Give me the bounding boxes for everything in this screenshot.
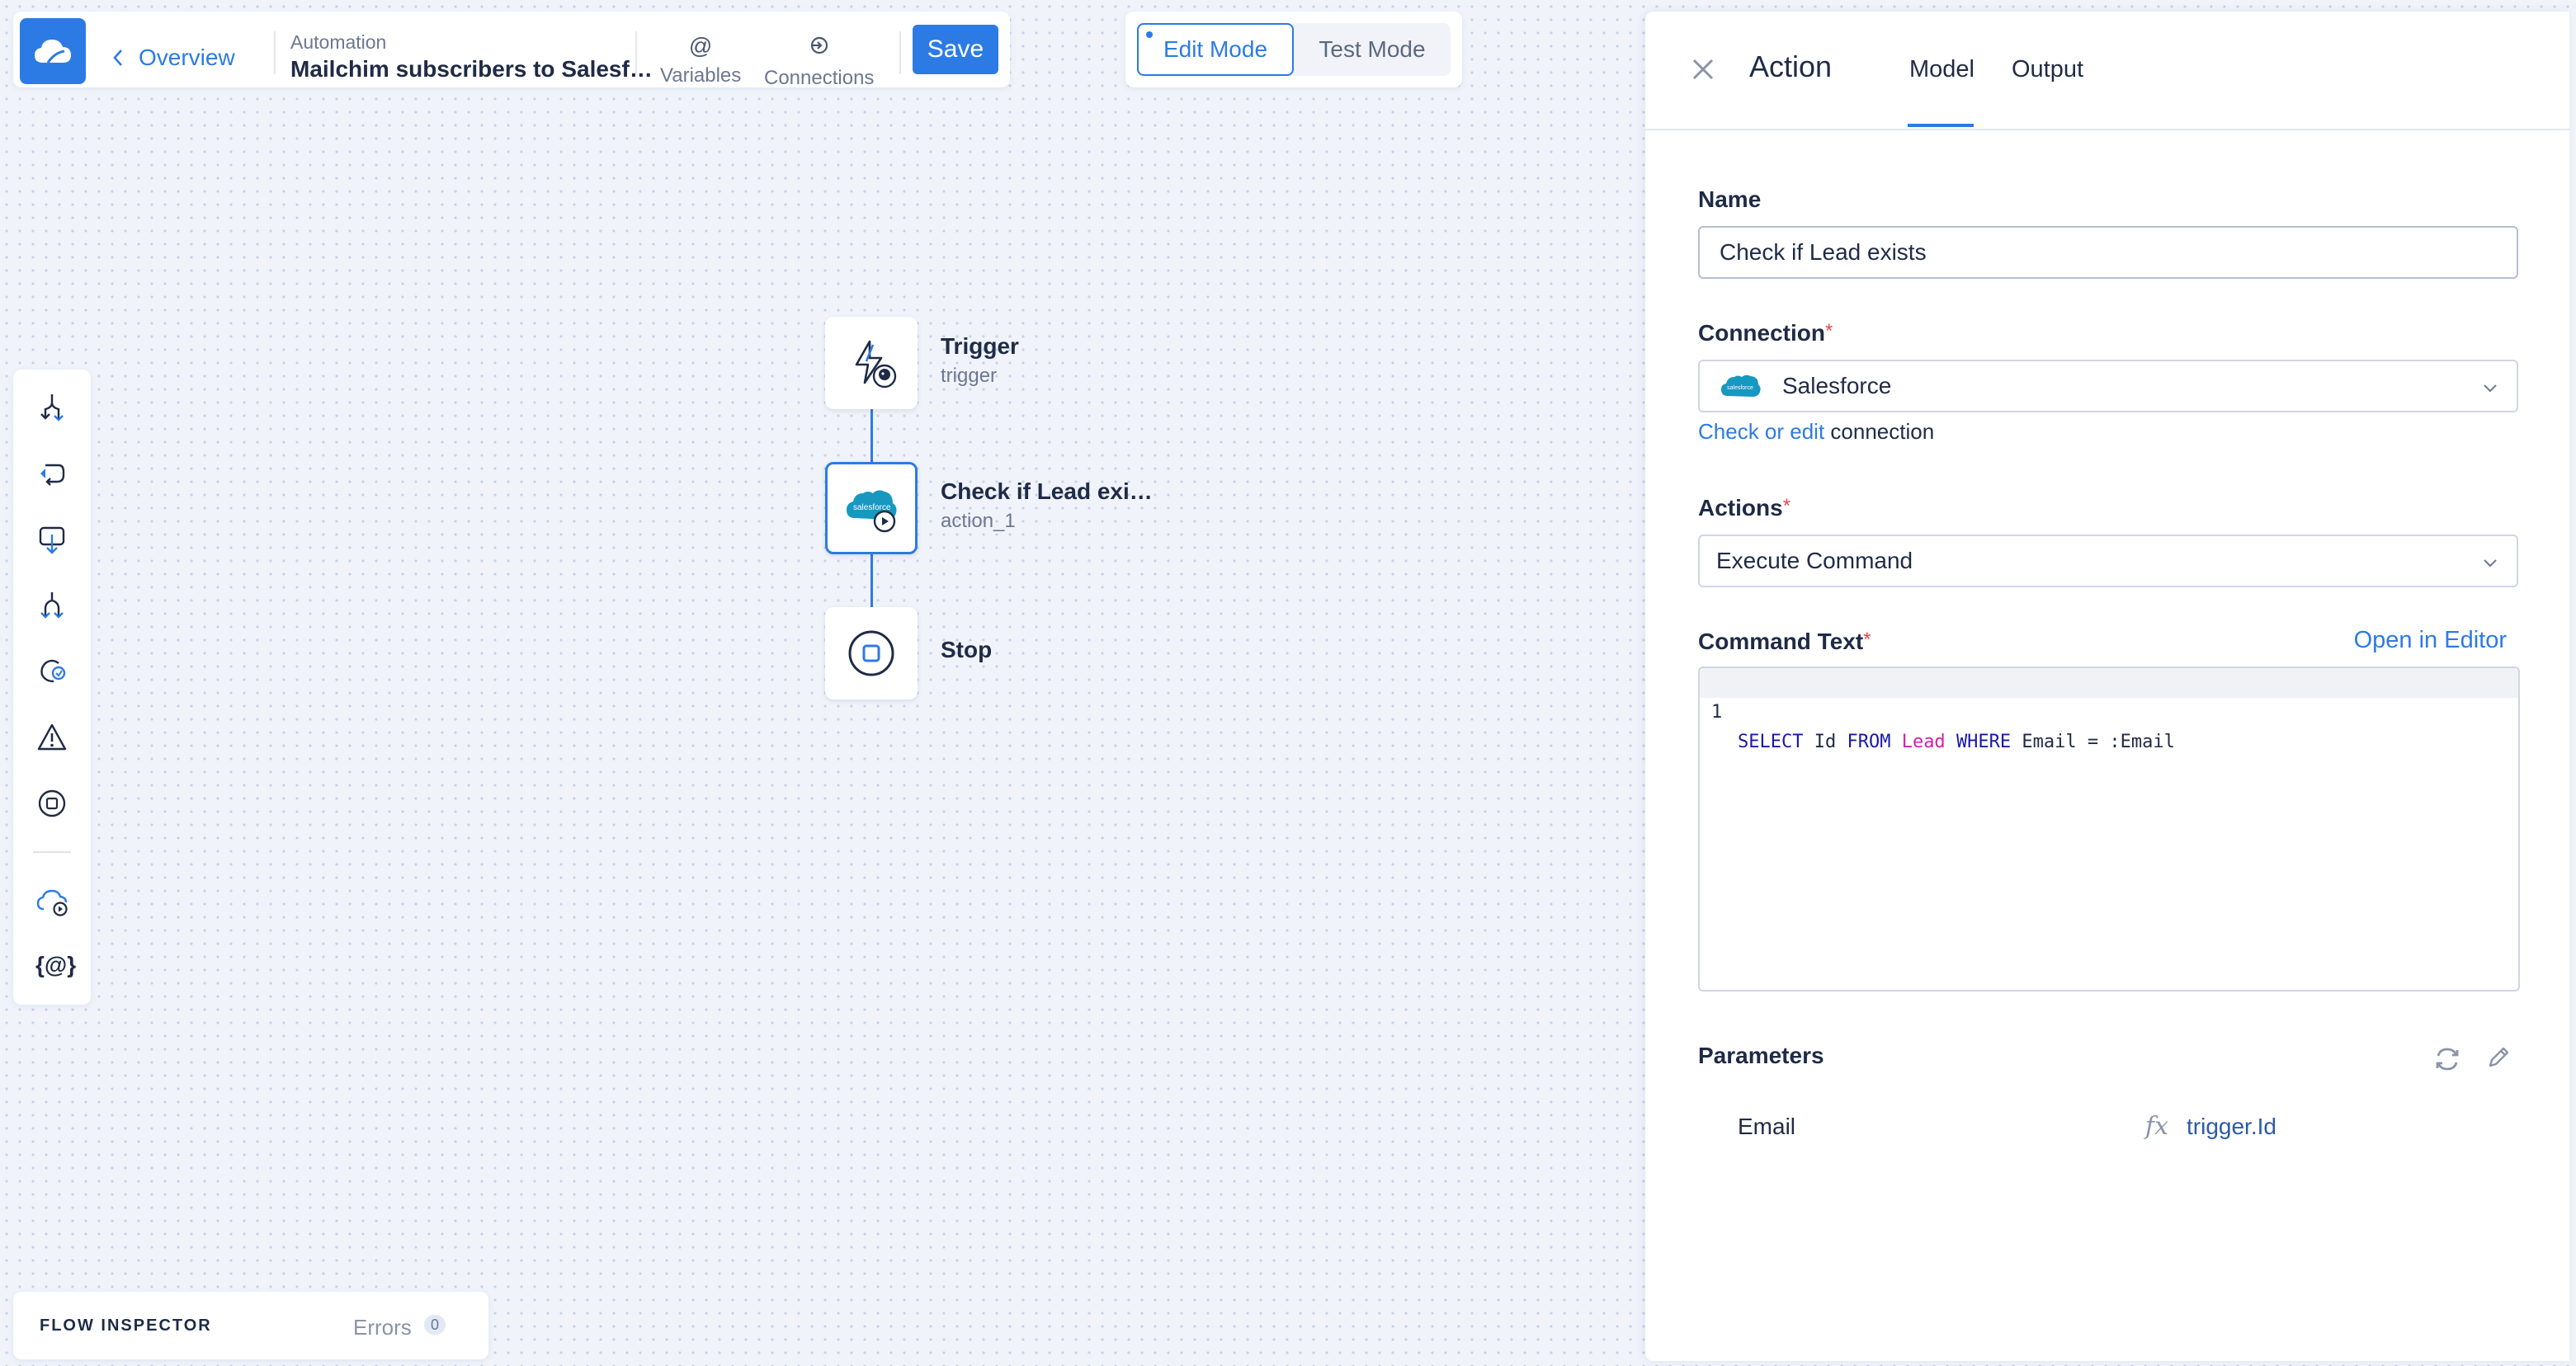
connections-icon [764,35,874,60]
test-mode-label: Test Mode [1319,36,1426,62]
connection-select[interactable]: salesforce Salesforce [1698,360,2518,412]
divider [274,31,276,74]
mode-toggle-bar: Edit Mode Test Mode [1125,12,1462,87]
flow-connector [870,554,873,607]
check-link-suffix: connection [1824,419,1935,444]
node-title: Trigger [941,333,1019,359]
flow-inspector[interactable]: FLOW INSPECTOR Errors 0 [13,1292,488,1359]
node-subtitle: action_1 [941,510,1016,532]
flow-node-stop[interactable] [825,607,918,699]
active-dot-icon [1146,31,1153,38]
required-marker: * [1782,495,1791,517]
flow-node-trigger[interactable] [825,317,918,409]
svg-text:salesforce: salesforce [1727,385,1753,391]
loop-icon[interactable] [35,457,68,490]
code-line: 1 SELECT Id FROM Lead WHERE Email = :Ema… [1700,668,2518,752]
automation-label: Automation [290,31,387,53]
chevron-down-icon [2484,559,2497,568]
flow-connector [870,409,873,462]
connections-label: Connections [764,67,875,89]
actions-value: Execute Command [1716,548,1913,573]
parameter-name: Email [1738,1114,1796,1139]
action-panel: Action Model Output Name Check if Lead e… [1645,12,2569,1361]
raise-error-icon[interactable] [35,721,68,754]
tab-model[interactable]: Model [1909,56,1974,83]
chevron-down-icon [2484,384,2497,393]
flow-node-action-selected[interactable]: salesforce [825,462,918,554]
connection-value: Salesforce [1782,373,1892,398]
divider [635,31,637,74]
salesforce-logo-icon: salesforce [1721,374,1761,397]
parameter-value[interactable]: trigger.Id [2187,1114,2276,1140]
actions-select[interactable]: Execute Command [1698,535,2518,587]
connection-label: Connection* [1698,320,1833,346]
if-branch-icon[interactable] [35,391,68,424]
at-sign-icon: @ [688,33,713,59]
fx-icon: fx [2145,1112,2169,1141]
parameters-label: Parameters [1698,1043,1824,1068]
check-or-edit-link[interactable]: Check or edit [1698,419,1824,444]
connections-button[interactable]: Connections [764,35,874,90]
errors-label: Errors [353,1315,412,1340]
pencil-icon[interactable] [2485,1044,2512,1071]
app-logo[interactable] [20,18,86,84]
refresh-step-icon[interactable] [35,655,68,688]
active-tab-indicator [1908,124,1974,127]
palette-divider [33,851,71,853]
edit-mode-button[interactable]: Edit Mode [1137,23,1294,76]
close-icon[interactable] [1690,56,1716,82]
divider [899,31,901,74]
flow-inspector-title: FLOW INSPECTOR [40,1317,212,1335]
overview-link[interactable]: Overview [112,45,235,71]
command-code-editor[interactable]: 1 SELECT Id FROM Lead WHERE Email = :Ema… [1698,667,2520,992]
errors-count-badge: 0 [424,1315,446,1335]
refresh-icon[interactable] [2431,1043,2464,1076]
check-connection-row: Check or edit connection [1698,419,1934,445]
save-button[interactable]: Save [913,25,998,74]
node-title: Check if Lead exi… [941,478,1153,504]
mode-toggle: Edit Mode Test Mode [1137,23,1451,76]
automation-title[interactable]: Mailchim subscribers to Salesf… [290,56,653,82]
variables-label: Variables [660,64,742,87]
edit-mode-label: Edit Mode [1163,36,1268,62]
variables-icon[interactable]: {@} [35,949,76,982]
overview-label: Overview [139,45,235,70]
name-field[interactable]: Check if Lead exists [1698,226,2518,279]
salesforce-icon: salesforce [847,490,897,533]
cloud-action-icon[interactable] [35,886,68,919]
tab-output[interactable]: Output [2012,56,2083,83]
panel-header: Action Model Output [1645,12,2569,130]
open-in-editor-link[interactable]: Open in Editor [2354,627,2507,654]
line-number: 1 [1711,702,1723,723]
required-marker: * [1863,629,1871,651]
trigger-bolt-icon [855,340,897,389]
chevron-left-icon [113,49,122,66]
actions-label: Actions* [1698,495,1791,520]
test-mode-button[interactable]: Test Mode [1294,23,1451,76]
node-title: Stop [941,637,993,662]
cloud-logo-icon [35,40,71,64]
stop-tool-icon[interactable] [35,787,68,820]
panel-title: Action [1749,49,1833,83]
top-toolbar: Overview Automation Mailchim subscribers… [13,12,1010,90]
code-text: SELECT Id FROM Lead WHERE Email = :Email [1738,732,2175,752]
import-icon[interactable] [35,523,68,556]
variables-button[interactable]: @ Variables [660,35,741,87]
stop-icon [848,630,894,676]
node-subtitle: trigger [941,365,998,387]
command-text-label: Command Text* [1698,629,1871,654]
required-marker: * [1825,320,1833,342]
tool-palette: {@} [13,370,91,1005]
parallel-icon[interactable] [35,589,68,622]
name-value: Check if Lead exists [1720,239,1927,265]
name-label: Name [1698,186,1762,212]
